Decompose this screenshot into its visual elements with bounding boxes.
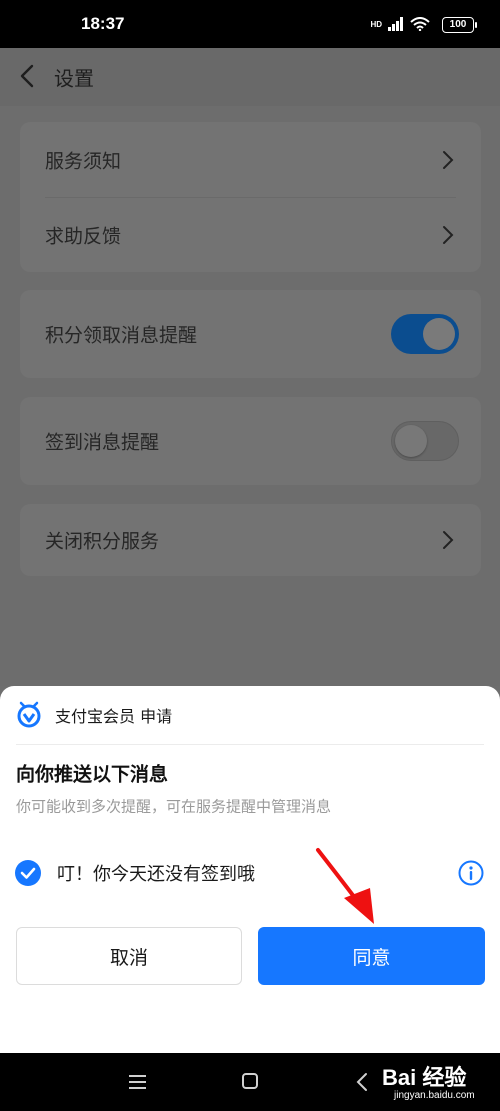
home-icon[interactable] bbox=[242, 1073, 258, 1089]
baidu-jingyan-watermark: Bai 经验 jingyan.baidu.com bbox=[382, 1060, 494, 1106]
chevron-right-icon bbox=[443, 226, 454, 244]
cancel-button[interactable]: 取消 bbox=[16, 927, 242, 985]
settings-card-4: 关闭积分服务 bbox=[20, 504, 481, 576]
toggle-knob bbox=[423, 318, 455, 350]
settings-card-3: 签到消息提醒 bbox=[20, 397, 481, 485]
agree-button[interactable]: 同意 bbox=[258, 927, 485, 985]
toggle-knob bbox=[395, 425, 427, 457]
settings-card-2: 积分领取消息提醒 bbox=[20, 290, 481, 378]
status-icons: HD bbox=[370, 12, 430, 36]
red-arrow-annotation-icon bbox=[316, 848, 374, 924]
settings-item-service-notice[interactable]: 服务须知 bbox=[20, 122, 481, 197]
settings-item-label: 求助反馈 bbox=[45, 225, 122, 248]
page-title: 设置 bbox=[54, 66, 94, 91]
settings-item-label: 服务须知 bbox=[45, 150, 122, 172]
menu-icon[interactable] bbox=[129, 1075, 146, 1089]
settings-list: 服务须知 求助反馈 积分领取消息提醒 签到消息提醒 关闭积分服务 bbox=[0, 106, 500, 686]
settings-item-checkin-reminder: 签到消息提醒 bbox=[20, 397, 481, 485]
settings-card-1: 服务须知 求助反馈 bbox=[20, 122, 481, 272]
divider bbox=[16, 744, 484, 745]
sheet-header: 支付宝会员 申请 bbox=[0, 686, 500, 744]
settings-item-close-points[interactable]: 关闭积分服务 bbox=[20, 504, 481, 576]
points-reminder-toggle[interactable] bbox=[391, 314, 459, 354]
settings-item-label: 积分领取消息提醒 bbox=[45, 324, 198, 347]
info-icon[interactable] bbox=[458, 860, 484, 886]
network-label: HD bbox=[370, 19, 382, 29]
message-text: 叮！你今天还没有签到哦 bbox=[57, 864, 255, 885]
watermark-brand: Bai 经验 bbox=[382, 1065, 467, 1090]
sheet-subtitle: 你可能收到多次提醒，可在服务提醒中管理消息 bbox=[16, 797, 332, 816]
message-checkbox[interactable] bbox=[15, 860, 41, 886]
signal-icon bbox=[388, 17, 403, 31]
status-bar: 18:37 HD 100 bbox=[0, 0, 500, 48]
app-name: 支付宝会员 申请 bbox=[55, 707, 173, 726]
settings-item-points-reminder: 积分领取消息提醒 bbox=[20, 290, 481, 378]
settings-item-label: 关闭积分服务 bbox=[45, 530, 160, 553]
battery-icon: 100 bbox=[442, 17, 477, 33]
watermark-url: jingyan.baidu.com bbox=[394, 1090, 475, 1101]
chevron-left-icon[interactable] bbox=[14, 62, 42, 90]
settings-item-help-feedback[interactable]: 求助反馈 bbox=[20, 198, 481, 272]
status-time: 18:37 bbox=[81, 14, 125, 33]
chevron-right-icon bbox=[443, 531, 454, 549]
back-icon[interactable] bbox=[355, 1072, 369, 1092]
subscribe-message-sheet: 支付宝会员 申请 向你推送以下消息 你可能收到多次提醒，可在服务提醒中管理消息 … bbox=[0, 686, 500, 1053]
checkin-reminder-toggle[interactable] bbox=[391, 421, 459, 461]
sheet-title: 向你推送以下消息 bbox=[16, 763, 169, 786]
chevron-right-icon bbox=[443, 150, 454, 169]
alipay-member-logo-icon bbox=[17, 701, 41, 728]
settings-item-label: 签到消息提醒 bbox=[45, 431, 160, 454]
check-icon bbox=[20, 867, 36, 879]
app-bar: 设置 bbox=[0, 48, 500, 106]
wifi-icon bbox=[410, 17, 430, 31]
